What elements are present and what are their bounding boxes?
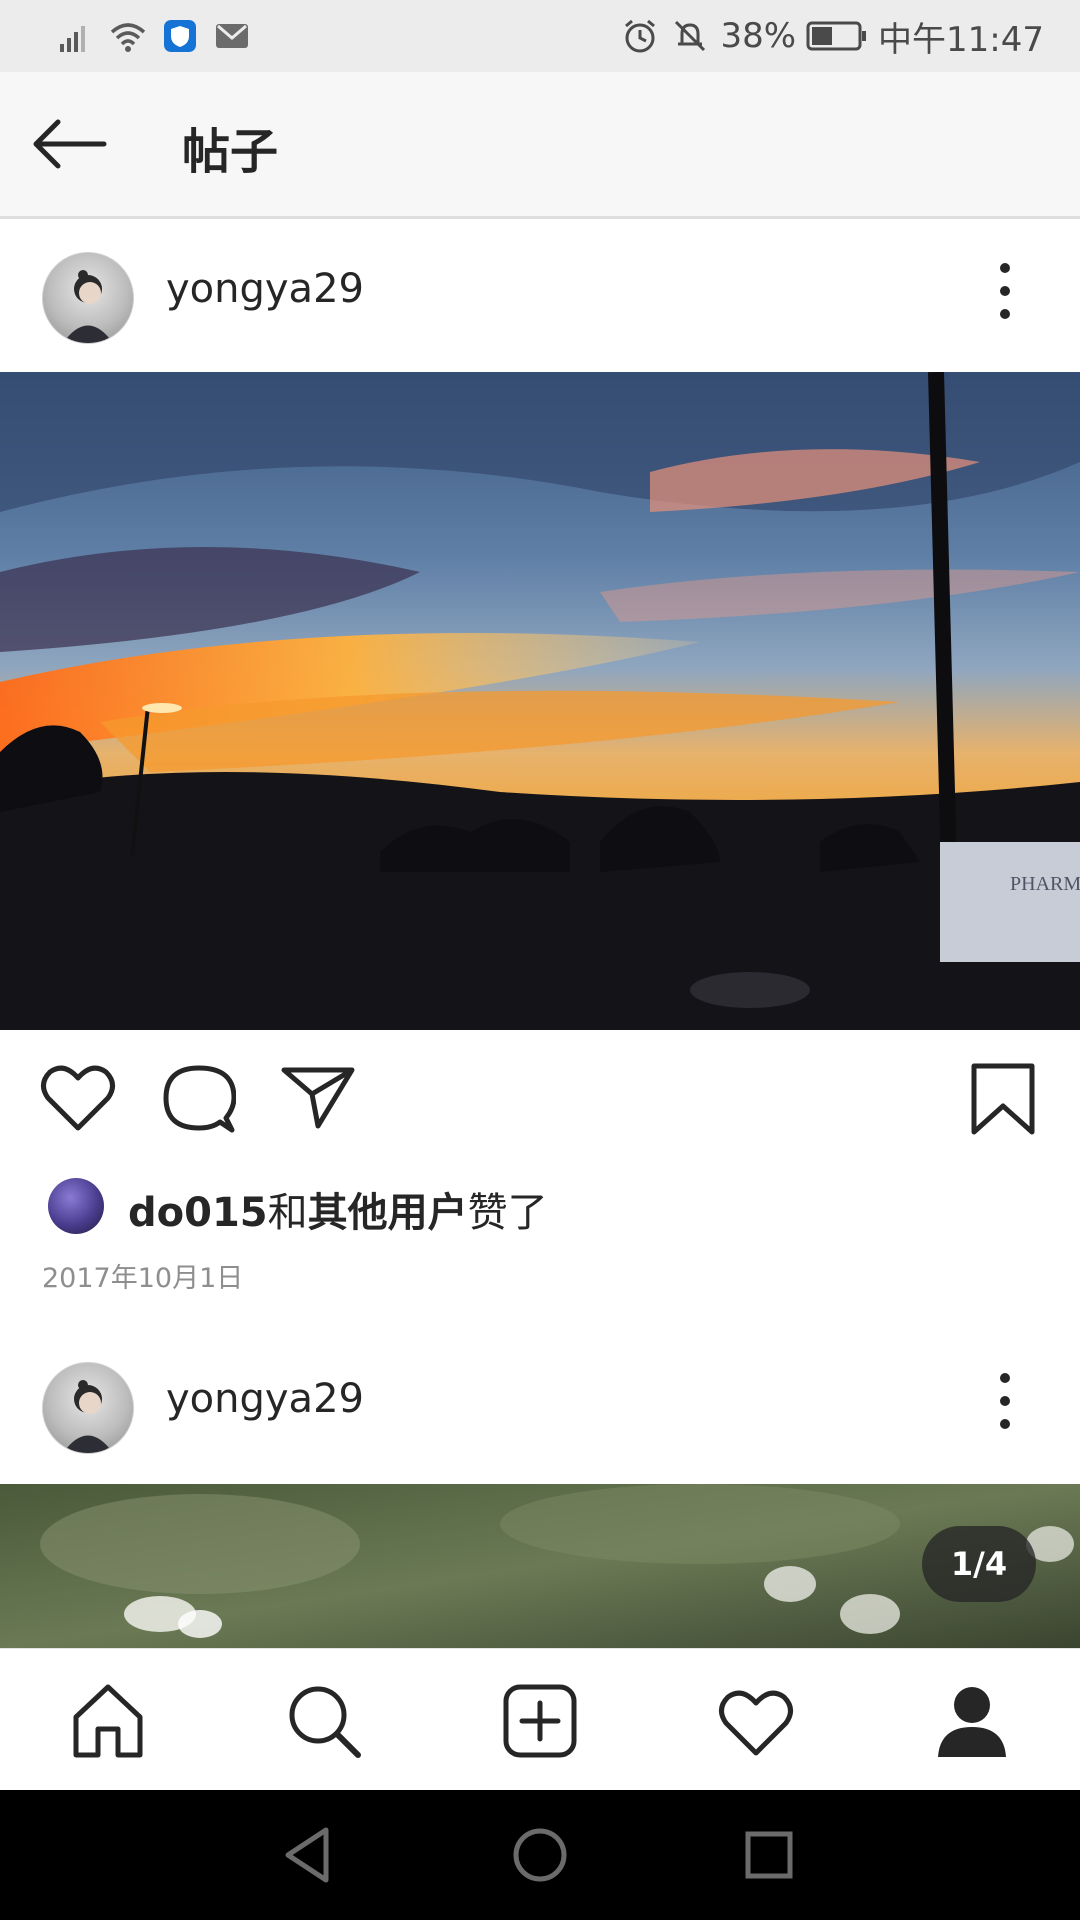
liker-avatar: [48, 1178, 104, 1234]
add-post-icon[interactable]: [500, 1681, 580, 1761]
post-username[interactable]: yongya29: [166, 1376, 364, 1422]
more-vertical-icon[interactable]: [990, 258, 1020, 324]
avatar[interactable]: [42, 252, 134, 344]
system-navigation-bar: [0, 1790, 1080, 1920]
more-vertical-icon[interactable]: [990, 1368, 1020, 1434]
clock: 中午11:47: [878, 19, 1044, 60]
image-counter: 1/4: [922, 1526, 1036, 1602]
post-header: yongya29: [0, 230, 1080, 350]
liked-by-user[interactable]: do015: [128, 1190, 268, 1236]
home-circle-icon[interactable]: [507, 1822, 573, 1888]
alarm-icon: [625, 19, 656, 53]
battery-percent: 38%: [720, 16, 797, 56]
post-image-sunset[interactable]: PHARM: [0, 372, 1080, 1030]
heart-icon[interactable]: [716, 1681, 796, 1761]
post-date: 2017年10月1日: [42, 1263, 244, 1294]
send-icon[interactable]: [280, 1064, 356, 1130]
wifi-icon: [110, 23, 146, 52]
avatar[interactable]: [42, 1362, 134, 1454]
status-bar: 38% 中午11:47: [0, 0, 1080, 72]
shield-app-icon: [164, 20, 196, 52]
home-icon[interactable]: [68, 1681, 148, 1761]
post-action-bar: [0, 1030, 1080, 1170]
back-triangle-icon[interactable]: [276, 1822, 342, 1888]
mute-icon: [675, 20, 706, 52]
liked-by[interactable]: do015和其他用户赞了: [44, 1174, 944, 1238]
svg-text:PHARM: PHARM: [1010, 873, 1080, 895]
arrow-left-icon[interactable]: [30, 112, 110, 176]
battery-icon: [806, 21, 867, 51]
liked-by-text: do015和其他用户赞了: [128, 1180, 548, 1238]
comment-icon[interactable]: [162, 1062, 236, 1134]
page-title: 帖子: [182, 124, 279, 180]
heart-icon[interactable]: [40, 1062, 116, 1134]
recents-square-icon[interactable]: [736, 1822, 802, 1888]
bottom-nav: [0, 1648, 1080, 1791]
post-header: yongya29: [0, 1340, 1080, 1460]
liked-by-others[interactable]: 其他用户: [308, 1190, 468, 1236]
mail-app-icon: [216, 24, 248, 48]
app-header: 帖子: [0, 72, 1080, 219]
post-username[interactable]: yongya29: [166, 266, 364, 312]
post-image-flowers[interactable]: [0, 1484, 1080, 1648]
search-icon[interactable]: [284, 1681, 364, 1761]
profile-icon[interactable]: [932, 1681, 1012, 1761]
liked-by-suffix: 赞了: [467, 1190, 548, 1236]
liked-by-and: 和: [267, 1190, 308, 1236]
signal-icon: [60, 26, 85, 52]
bookmark-icon[interactable]: [970, 1062, 1036, 1136]
